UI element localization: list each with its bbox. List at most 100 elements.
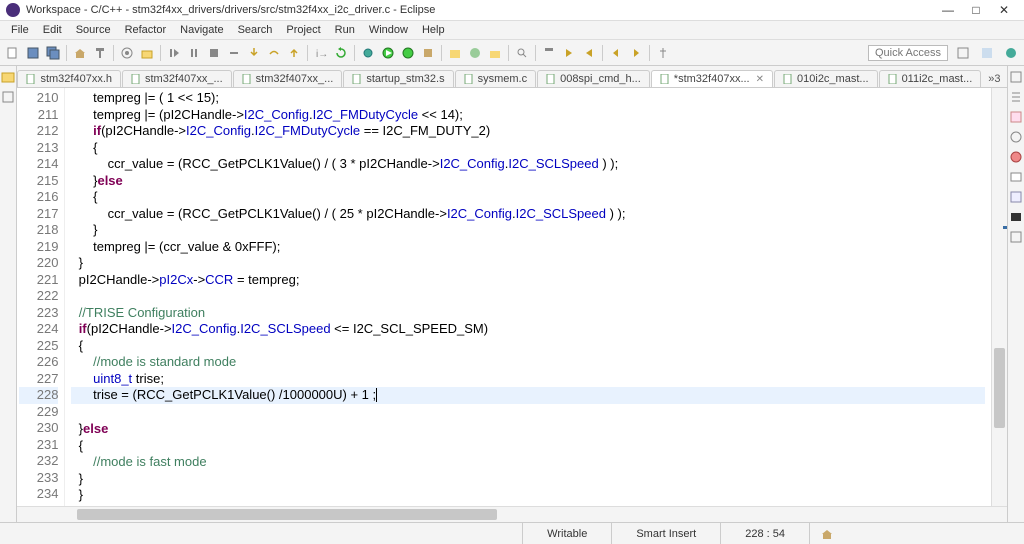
editor-tab[interactable]: 010i2c_mast... xyxy=(774,70,878,87)
status-insert-mode: Smart Insert xyxy=(612,528,720,540)
new-class-icon[interactable] xyxy=(466,44,484,62)
profile-icon[interactable] xyxy=(419,44,437,62)
next-annotation-icon[interactable] xyxy=(560,44,578,62)
instr-step-icon[interactable]: i→ xyxy=(312,44,330,62)
terminal-icon[interactable] xyxy=(1009,210,1023,224)
file-icon xyxy=(131,74,141,84)
prev-annotation-icon[interactable] xyxy=(580,44,598,62)
status-build-icon[interactable] xyxy=(810,527,844,541)
horizontal-scrollbar[interactable] xyxy=(17,506,1006,522)
vertical-scrollbar[interactable] xyxy=(991,88,1007,506)
menu-window[interactable]: Window xyxy=(362,22,415,38)
scrollbar-thumb[interactable] xyxy=(77,509,497,520)
left-trim xyxy=(0,66,17,522)
menu-search[interactable]: Search xyxy=(231,22,280,38)
menu-run[interactable]: Run xyxy=(328,22,362,38)
maximize-button[interactable]: □ xyxy=(962,1,990,19)
quick-access[interactable]: Quick Access xyxy=(868,45,948,61)
scrollbar-thumb[interactable] xyxy=(994,348,1005,428)
menu-source[interactable]: Source xyxy=(69,22,118,38)
editor-tab[interactable]: stm32f407xx.h xyxy=(17,70,121,87)
menu-project[interactable]: Project xyxy=(279,22,327,38)
target-icon[interactable] xyxy=(118,44,136,62)
editor-tab[interactable]: 011i2c_mast... xyxy=(879,70,982,87)
perspective-open-icon[interactable] xyxy=(954,44,972,62)
editor-tab[interactable]: stm32f407xx_... xyxy=(233,70,343,87)
file-icon xyxy=(660,74,670,84)
close-button[interactable]: ✕ xyxy=(990,1,1018,19)
code-content[interactable]: tempreg |= ( 1 << 15); tempreg |= (pI2CH… xyxy=(65,88,990,506)
problems-icon[interactable] xyxy=(1009,150,1023,164)
window-title: Workspace - C/C++ - stm32f4xx_drivers/dr… xyxy=(26,4,934,16)
file-icon xyxy=(352,74,362,84)
status-cursor-position: 228 : 54 xyxy=(721,528,809,540)
disconnect-icon[interactable] xyxy=(225,44,243,62)
new-project-icon[interactable] xyxy=(446,44,464,62)
folder-icon[interactable] xyxy=(138,44,156,62)
eclipse-icon xyxy=(6,3,20,17)
toggle-mark-icon[interactable] xyxy=(540,44,558,62)
terminate-icon[interactable] xyxy=(205,44,223,62)
right-trim xyxy=(1007,66,1024,522)
line-number-gutter: 2102112122132142152162172182192202212222… xyxy=(17,88,65,506)
minimize-view-icon[interactable] xyxy=(1009,70,1023,84)
editor-tab[interactable]: sysmem.c xyxy=(455,70,537,87)
minimize-button[interactable]: — xyxy=(934,1,962,19)
menu-edit[interactable]: Edit xyxy=(36,22,69,38)
search-icon[interactable] xyxy=(513,44,531,62)
tab-label: *stm32f407xx... xyxy=(674,73,750,85)
step-over-icon[interactable] xyxy=(265,44,283,62)
outline-icon[interactable] xyxy=(1009,90,1023,104)
debug-icon[interactable] xyxy=(359,44,377,62)
build-icon[interactable] xyxy=(71,44,89,62)
new-folder-icon[interactable] xyxy=(486,44,504,62)
run-icon[interactable] xyxy=(379,44,397,62)
save-all-icon[interactable] xyxy=(44,44,62,62)
file-icon xyxy=(783,74,793,84)
tab-bar: stm32f407xx.hstm32f407xx_...stm32f407xx_… xyxy=(17,66,1006,88)
code-editor[interactable]: 2102112122132142152162172182192202212222… xyxy=(17,88,1006,506)
editor-tab[interactable]: 008spi_cmd_h... xyxy=(537,70,650,87)
console-icon[interactable] xyxy=(1009,170,1023,184)
menu-navigate[interactable]: Navigate xyxy=(173,22,230,38)
editor-tab[interactable]: stm32f407xx_... xyxy=(122,70,232,87)
save-icon[interactable] xyxy=(24,44,42,62)
suspend-icon[interactable] xyxy=(185,44,203,62)
tab-overflow[interactable]: »3 xyxy=(982,71,1006,87)
file-icon xyxy=(242,74,252,84)
restore-icon[interactable] xyxy=(1,90,15,104)
run-last-icon[interactable] xyxy=(399,44,417,62)
file-icon xyxy=(888,74,898,84)
tab-label: 008spi_cmd_h... xyxy=(560,73,641,85)
editor-tab[interactable]: *stm32f407xx... ✕ xyxy=(651,70,773,87)
pin-icon[interactable] xyxy=(654,44,672,62)
menu-refactor[interactable]: Refactor xyxy=(118,22,174,38)
resume-icon[interactable] xyxy=(165,44,183,62)
editor-tab[interactable]: startup_stm32.s xyxy=(343,70,453,87)
restore-right-icon[interactable] xyxy=(1009,230,1023,244)
tab-label: stm32f407xx_... xyxy=(256,73,334,85)
tab-label: sysmem.c xyxy=(478,73,528,85)
menu-bar: File Edit Source Refactor Navigate Searc… xyxy=(0,21,1024,40)
properties-icon[interactable] xyxy=(1009,190,1023,204)
step-return-icon[interactable] xyxy=(285,44,303,62)
close-icon[interactable]: ✕ xyxy=(756,74,764,85)
step-into-icon[interactable] xyxy=(245,44,263,62)
menu-help[interactable]: Help xyxy=(415,22,452,38)
back-icon[interactable] xyxy=(607,44,625,62)
task-list-icon[interactable] xyxy=(1009,110,1023,124)
file-icon xyxy=(464,74,474,84)
perspective-debug-icon[interactable] xyxy=(1002,44,1020,62)
perspective-cpp-icon[interactable] xyxy=(978,44,996,62)
project-explorer-icon[interactable] xyxy=(1,70,15,84)
restart-icon[interactable] xyxy=(332,44,350,62)
hammer-icon[interactable] xyxy=(91,44,109,62)
status-writable: Writable xyxy=(523,528,611,540)
new-icon[interactable] xyxy=(4,44,22,62)
tab-label: startup_stm32.s xyxy=(366,73,444,85)
build-targets-icon[interactable] xyxy=(1009,130,1023,144)
file-icon xyxy=(26,74,36,84)
menu-file[interactable]: File xyxy=(4,22,36,38)
forward-icon[interactable] xyxy=(627,44,645,62)
svg-text:i→: i→ xyxy=(316,49,328,60)
